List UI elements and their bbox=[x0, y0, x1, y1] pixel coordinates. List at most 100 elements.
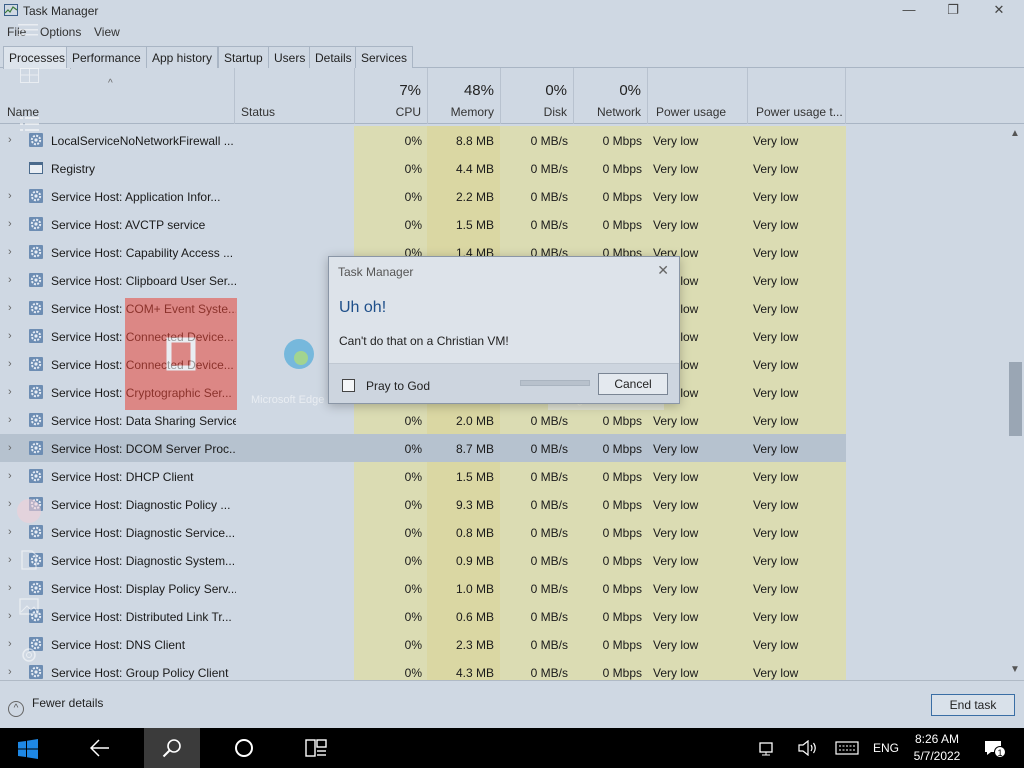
search-button[interactable] bbox=[144, 728, 200, 768]
process-memory: 1.0 MB bbox=[455, 582, 494, 596]
process-network: 0 Mbps bbox=[602, 470, 642, 484]
volume-icon[interactable] bbox=[798, 740, 818, 756]
process-power-usage: Very low bbox=[653, 162, 699, 176]
chevron-right-icon[interactable]: › bbox=[8, 498, 16, 510]
office-tile bbox=[125, 298, 237, 410]
chevron-right-icon[interactable]: › bbox=[8, 302, 16, 314]
menu-view[interactable]: View bbox=[94, 25, 120, 39]
chevron-right-icon[interactable]: › bbox=[8, 274, 16, 286]
process-power-trend: Very low bbox=[753, 246, 799, 260]
minimize-button[interactable]: — bbox=[886, 2, 932, 20]
chevron-right-icon[interactable]: › bbox=[8, 526, 16, 538]
column-network[interactable]: 0% Network bbox=[573, 68, 647, 124]
dialog-heading: Uh oh! bbox=[339, 299, 387, 316]
chevron-right-icon[interactable]: › bbox=[8, 386, 16, 398]
tab-app-history[interactable]: App history bbox=[146, 46, 219, 68]
process-network: 0 Mbps bbox=[602, 526, 642, 540]
process-row[interactable]: Registry 0% 4.4 MB 0 MB/s 0 Mbps Very low Very… bbox=[0, 154, 846, 182]
progress-bar bbox=[520, 380, 590, 386]
tab-startup[interactable]: Startup bbox=[218, 46, 269, 68]
end-task-button[interactable]: End task bbox=[931, 694, 1015, 716]
chevron-right-icon[interactable]: › bbox=[8, 134, 16, 146]
tab-processes[interactable]: Processes bbox=[3, 46, 72, 69]
process-disk: 0 MB/s bbox=[530, 134, 568, 148]
clock-time[interactable]: 8:26 AM bbox=[913, 732, 961, 746]
chevron-right-icon[interactable]: › bbox=[8, 330, 16, 342]
process-row[interactable]: › Service Host: DNS Client 0% 2.3 MB 0 MB/s 0… bbox=[0, 630, 846, 658]
back-button[interactable] bbox=[72, 728, 128, 768]
scroll-up-icon[interactable]: ▲ bbox=[1010, 128, 1020, 139]
process-row[interactable]: › Service Host: Application Infor... 0% 2.2… bbox=[0, 182, 846, 210]
scroll-thumb[interactable] bbox=[1009, 362, 1022, 436]
process-row[interactable]: › Service Host: Diagnostic Policy ... 0% 9.… bbox=[0, 490, 846, 518]
dialog-close-button[interactable]: ✕ bbox=[657, 262, 669, 279]
notifications-button[interactable]: 1 bbox=[984, 740, 1006, 758]
process-row[interactable]: › Service Host: DCOM Server Proc... 0% 8.7 … bbox=[0, 434, 846, 462]
task-view-icon bbox=[305, 739, 327, 757]
pray-checkbox-label[interactable]: Pray to God bbox=[366, 379, 430, 393]
column-status[interactable]: Status bbox=[234, 68, 354, 124]
process-name: Service Host: Data Sharing Service bbox=[51, 414, 236, 428]
close-button[interactable]: ✕ bbox=[976, 2, 1022, 20]
chevron-right-icon[interactable]: › bbox=[8, 470, 16, 482]
chevron-right-icon[interactable]: › bbox=[8, 218, 16, 230]
edge-icon bbox=[284, 339, 314, 369]
gear-icon bbox=[29, 385, 43, 399]
process-cpu: 0% bbox=[404, 470, 422, 484]
cancel-button[interactable]: Cancel bbox=[598, 373, 668, 395]
language-indicator[interactable]: ENG bbox=[873, 741, 899, 755]
chevron-right-icon[interactable]: › bbox=[8, 442, 16, 454]
footer-bar: ^ Fewer details End task bbox=[0, 680, 1024, 728]
chevron-right-icon[interactable]: › bbox=[8, 358, 16, 370]
chevron-right-icon[interactable]: › bbox=[8, 582, 16, 594]
process-row[interactable]: › Service Host: Display Policy Serv... 0% 1… bbox=[0, 574, 846, 602]
column-cpu[interactable]: 7% CPU bbox=[354, 68, 427, 124]
column-power-usage[interactable]: Power usage bbox=[647, 68, 747, 124]
title-bar: Task Manager — ❐ ✕ bbox=[0, 0, 1024, 22]
process-row[interactable]: › Service Host: Distributed Link Tr... 0% 0… bbox=[0, 602, 846, 630]
process-row[interactable]: › Service Host: Diagnostic System... 0% 0.9… bbox=[0, 546, 846, 574]
fewer-details-button[interactable]: ^ Fewer details bbox=[8, 696, 103, 717]
task-view-button[interactable] bbox=[288, 728, 344, 768]
column-power-usage-trend[interactable]: Power usage t... bbox=[747, 68, 846, 124]
process-disk: 0 MB/s bbox=[530, 554, 568, 568]
pray-checkbox[interactable] bbox=[342, 379, 355, 392]
process-row[interactable]: › Service Host: DHCP Client 0% 1.5 MB 0 MB/s… bbox=[0, 462, 846, 490]
process-name: LocalServiceNoNetworkFirewall ... bbox=[51, 134, 234, 148]
network-icon[interactable] bbox=[759, 741, 777, 757]
chevron-right-icon[interactable]: › bbox=[8, 638, 16, 650]
process-disk: 0 MB/s bbox=[530, 666, 568, 680]
tab-details[interactable]: Details bbox=[309, 46, 358, 68]
chevron-right-icon[interactable]: › bbox=[8, 414, 16, 426]
taskbar: ENG 8:26 AM 5/7/2022 1 bbox=[0, 728, 1024, 768]
clock-date[interactable]: 5/7/2022 bbox=[911, 749, 963, 763]
process-name: Service Host: Diagnostic Policy ... bbox=[51, 498, 231, 512]
menu-options[interactable]: Options bbox=[40, 25, 81, 39]
chevron-right-icon[interactable]: › bbox=[8, 554, 16, 566]
chevron-right-icon[interactable]: › bbox=[8, 190, 16, 202]
process-row[interactable]: › Service Host: Diagnostic Service... 0% 0.… bbox=[0, 518, 846, 546]
tab-services[interactable]: Services bbox=[355, 46, 414, 68]
tab-users[interactable]: Users bbox=[268, 46, 312, 68]
column-memory[interactable]: 48% Memory bbox=[427, 68, 500, 124]
process-power-trend: Very low bbox=[753, 582, 799, 596]
process-name: Service Host: Distributed Link Tr... bbox=[51, 610, 232, 624]
process-row[interactable]: › Service Host: AVCTP service 0% 1.5 MB 0 MB… bbox=[0, 210, 846, 238]
chevron-right-icon[interactable]: › bbox=[8, 246, 16, 258]
all-apps-icon bbox=[20, 117, 39, 131]
process-disk: 0 MB/s bbox=[530, 638, 568, 652]
restore-button[interactable]: ❐ bbox=[930, 2, 976, 20]
chevron-right-icon[interactable]: › bbox=[8, 666, 16, 678]
start-button[interactable] bbox=[0, 728, 56, 768]
chevron-right-icon[interactable]: › bbox=[8, 610, 16, 622]
process-row[interactable]: › Service Host: Data Sharing Service 0% 2.0… bbox=[0, 406, 846, 434]
process-name: Service Host: Application Infor... bbox=[51, 190, 221, 204]
cortana-button[interactable] bbox=[216, 728, 272, 768]
process-memory: 0.9 MB bbox=[455, 554, 494, 568]
process-row[interactable]: › Service Host: Group Policy Client 0% 4.3 … bbox=[0, 658, 846, 680]
scroll-down-icon[interactable]: ▼ bbox=[1010, 664, 1020, 675]
keyboard-icon[interactable] bbox=[835, 741, 859, 755]
column-disk[interactable]: 0% Disk bbox=[500, 68, 573, 124]
tab-performance[interactable]: Performance bbox=[66, 46, 147, 68]
process-row[interactable]: › LocalServiceNoNetworkFirewall ... 0% 8.8 … bbox=[0, 126, 846, 154]
